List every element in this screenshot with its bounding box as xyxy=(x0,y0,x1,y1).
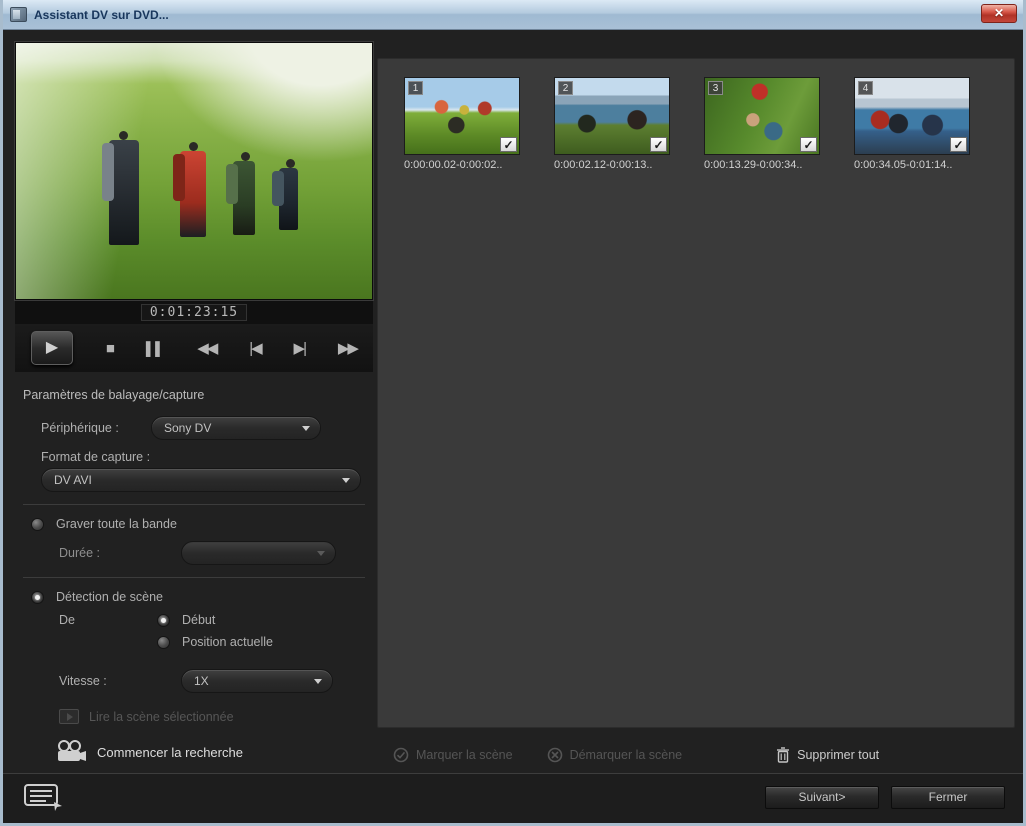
play-selected-scene-label: Lire la scène sélectionnée xyxy=(89,710,234,724)
scene-time-range: 0:00:34.05-0:01:14.. xyxy=(854,159,970,171)
app-icon xyxy=(10,7,27,22)
scene-image: 2 ✓ xyxy=(554,77,670,155)
speed-dropdown[interactable]: 1X xyxy=(181,669,333,693)
unmark-scene-label: Démarquer la scène xyxy=(570,748,683,762)
close-dialog-button[interactable]: Fermer xyxy=(891,786,1005,809)
format-value: DV AVI xyxy=(54,473,92,487)
scene-number-badge: 3 xyxy=(708,81,723,95)
from-begin-radio[interactable] xyxy=(157,614,170,627)
video-preview xyxy=(15,42,373,300)
camcorder-icon xyxy=(55,740,87,764)
hiker-figure xyxy=(180,151,206,237)
dv-to-dvd-wizard-window: Assistant DV sur DVD... ✕ 0:01:23:15 ▶ ■… xyxy=(0,0,1026,826)
scene-thumbnail-1[interactable]: 1 ✓ 0:00:00.02-0:00:02.. xyxy=(404,77,520,171)
pause-button[interactable]: ▌▌ xyxy=(146,342,164,355)
scene-actions-bar: Marquer la scène Démarquer la scène Supp… xyxy=(377,742,1017,768)
options-menu-button[interactable] xyxy=(21,780,67,812)
scene-checkbox[interactable]: ✓ xyxy=(500,137,517,152)
transport-controls: ▶ ■ ▌▌ ◀◀ |◀ ▶| ▶▶ xyxy=(15,324,373,372)
next-frame-button[interactable]: ▶| xyxy=(294,341,305,356)
scene-number-badge: 4 xyxy=(858,81,873,95)
scene-detection-label: Détection de scène xyxy=(56,590,163,604)
scene-number-badge: 2 xyxy=(558,81,573,95)
play-scene-icon xyxy=(59,709,79,724)
chevron-down-icon xyxy=(314,679,322,684)
from-current-position-radio[interactable] xyxy=(157,636,170,649)
scene-checkbox[interactable]: ✓ xyxy=(800,137,817,152)
divider xyxy=(23,504,365,505)
scene-number-badge: 1 xyxy=(408,81,423,95)
delete-all-button[interactable]: Supprimer tout xyxy=(776,747,879,763)
start-scan-button[interactable]: Commencer la recherche xyxy=(55,740,373,764)
hiker-figure xyxy=(279,168,298,230)
start-scan-label: Commencer la recherche xyxy=(97,745,243,760)
scene-time-range: 0:00:02.12-0:00:13.. xyxy=(554,159,670,171)
capture-format-dropdown[interactable]: DV AVI xyxy=(41,468,361,492)
from-begin-label: Début xyxy=(182,613,215,627)
scene-list-panel: 1 ✓ 0:00:00.02-0:00:02.. 2 ✓ 0:00:02.12-… xyxy=(377,58,1015,728)
timecode-display[interactable]: 0:01:23:15 xyxy=(141,304,247,321)
unmark-scene-icon xyxy=(547,747,563,763)
fast-forward-button[interactable]: ▶▶ xyxy=(338,341,357,356)
divider xyxy=(23,577,365,578)
device-dropdown[interactable]: Sony DV xyxy=(151,416,321,440)
scene-time-range: 0:00:00.02-0:00:02.. xyxy=(404,159,520,171)
speed-value: 1X xyxy=(194,674,209,688)
scene-checkbox[interactable]: ✓ xyxy=(650,137,667,152)
format-label: Format de capture : xyxy=(41,450,150,464)
timecode-bar: 0:01:23:15 xyxy=(15,301,373,324)
list-menu-icon xyxy=(21,780,67,812)
burn-entire-tape-radio[interactable] xyxy=(31,518,44,531)
rewind-button[interactable]: ◀◀ xyxy=(197,341,216,356)
scene-thumbnail-2[interactable]: 2 ✓ 0:00:02.12-0:00:13.. xyxy=(554,77,670,171)
delete-all-label: Supprimer tout xyxy=(797,748,879,762)
play-button[interactable]: ▶ xyxy=(31,331,73,365)
stop-button[interactable]: ■ xyxy=(106,341,113,356)
footer-bar: Suivant> Fermer xyxy=(3,774,1023,823)
scene-image: 4 ✓ xyxy=(854,77,970,155)
burn-entire-tape-label: Graver toute la bande xyxy=(56,517,177,531)
scene-checkbox[interactable]: ✓ xyxy=(950,137,967,152)
scene-thumbnail-4[interactable]: 4 ✓ 0:00:34.05-0:01:14.. xyxy=(854,77,970,171)
preview-hill xyxy=(152,42,373,163)
unmark-scene-button: Démarquer la scène xyxy=(547,747,683,763)
title-bar[interactable]: Assistant DV sur DVD... ✕ xyxy=(0,0,1026,30)
from-label: De xyxy=(59,613,75,657)
hiker-figure xyxy=(233,161,255,235)
chevron-down-icon xyxy=(342,478,350,483)
scene-detection-radio[interactable] xyxy=(31,591,44,604)
device-value: Sony DV xyxy=(164,421,211,435)
next-button[interactable]: Suivant> xyxy=(765,786,879,809)
hiker-figure xyxy=(109,140,139,245)
mark-scene-label: Marquer la scène xyxy=(416,748,513,762)
device-label: Périphérique : xyxy=(41,421,151,435)
scene-image: 3 ✓ xyxy=(704,77,820,155)
capture-settings-panel: Paramètres de balayage/capture Périphéri… xyxy=(15,378,373,764)
play-selected-scene-option: Lire la scène sélectionnée xyxy=(59,709,373,724)
scene-image: 1 ✓ xyxy=(404,77,520,155)
close-icon[interactable]: ✕ xyxy=(981,4,1017,23)
duration-dropdown xyxy=(181,541,336,565)
trash-icon xyxy=(776,747,790,763)
previous-frame-button[interactable]: |◀ xyxy=(249,341,260,356)
scene-thumbnail-3[interactable]: 3 ✓ 0:00:13.29-0:00:34.. xyxy=(704,77,820,171)
settings-section-title: Paramètres de balayage/capture xyxy=(23,388,373,402)
chevron-down-icon xyxy=(317,551,325,556)
duration-label: Durée : xyxy=(59,546,181,560)
window-title: Assistant DV sur DVD... xyxy=(34,8,169,22)
scene-time-range: 0:00:13.29-0:00:34.. xyxy=(704,159,820,171)
mark-scene-icon xyxy=(393,747,409,763)
from-current-position-label: Position actuelle xyxy=(182,635,273,649)
chevron-down-icon xyxy=(302,426,310,431)
speed-label: Vitesse : xyxy=(59,674,181,688)
mark-scene-button: Marquer la scène xyxy=(393,747,513,763)
